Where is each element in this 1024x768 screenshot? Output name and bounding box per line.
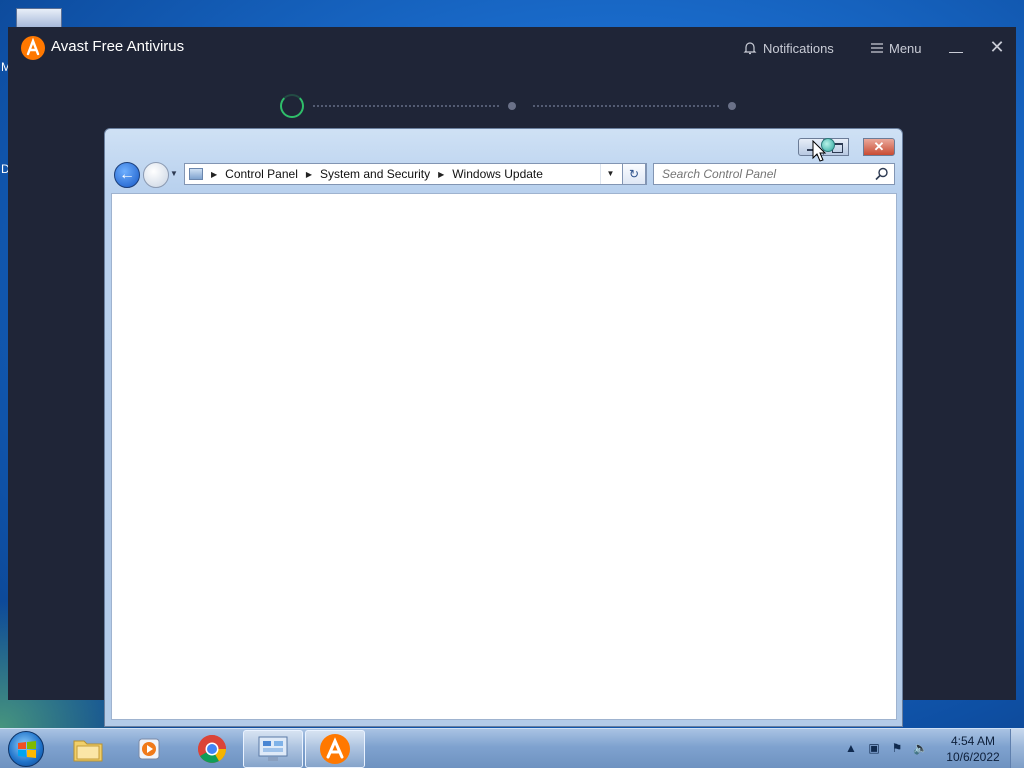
chrome-icon <box>198 735 226 763</box>
network-icon[interactable]: ▣ <box>867 741 881 755</box>
refresh-button[interactable]: ↻ <box>622 163 646 185</box>
taskbar-explorer-button[interactable] <box>62 730 114 768</box>
action-center-flag-icon[interactable]: ⚑ <box>890 741 904 755</box>
breadcrumb-arrow-icon[interactable]: ▶ <box>438 170 444 179</box>
menu-label: Menu <box>889 40 922 56</box>
search-icon[interactable] <box>874 166 890 182</box>
app-title: Avast Free Antivirus <box>51 38 185 55</box>
breadcrumb-system-security[interactable]: System and Security <box>320 167 430 181</box>
content-pane <box>111 193 897 720</box>
address-bar[interactable]: ▶ Control Panel ▶ System and Security ▶ … <box>184 163 647 185</box>
menu-button[interactable]: Menu <box>870 38 922 58</box>
show-hidden-icons-icon[interactable]: ▲ <box>844 741 858 755</box>
breadcrumb-control-panel[interactable]: Control Panel <box>225 167 298 181</box>
windows-logo-icon <box>18 741 36 758</box>
avast-minimize-button[interactable] <box>946 37 966 57</box>
media-player-icon <box>138 738 160 760</box>
control-panel-icon <box>189 168 203 180</box>
control-panel-icon <box>258 736 288 761</box>
breadcrumb-arrow-icon[interactable]: ▶ <box>211 170 217 179</box>
avast-close-button[interactable]: ✕ <box>987 37 1007 57</box>
loading-spinner-icon <box>280 94 304 118</box>
progress-step-2 <box>508 102 516 110</box>
notifications-button[interactable]: Notifications <box>742 38 834 58</box>
search-input[interactable] <box>654 164 874 184</box>
clock[interactable]: 4:54 AM 10/6/2022 <box>940 733 1006 765</box>
back-button[interactable]: ← <box>114 162 140 188</box>
close-button[interactable]: ✕ <box>863 138 895 156</box>
start-button[interactable] <box>8 731 44 767</box>
install-progress <box>280 94 740 118</box>
taskbar-media-player-button[interactable] <box>124 730 176 768</box>
clock-time: 4:54 AM <box>950 734 996 748</box>
mouse-cursor-icon <box>812 140 827 162</box>
avast-icon <box>320 734 350 764</box>
taskbar: ▲ ▣ ⚑ 🔈 4:54 AM 10/6/2022 <box>0 728 1024 768</box>
breadcrumb-arrow-icon[interactable]: ▶ <box>306 170 312 179</box>
taskbar-avast-button[interactable] <box>305 730 365 768</box>
notifications-label: Notifications <box>763 40 834 56</box>
taskbar-control-panel-button[interactable] <box>243 730 303 768</box>
avast-titlebar: Avast Free Antivirus Notifications Menu … <box>8 27 1016 69</box>
progress-step-3 <box>728 102 736 110</box>
search-box <box>653 163 895 185</box>
system-tray: ▲ ▣ ⚑ 🔈 <box>844 741 928 755</box>
breadcrumb-windows-update[interactable]: Windows Update <box>452 167 543 181</box>
clock-date: 10/6/2022 <box>946 750 1000 764</box>
avast-logo-icon <box>21 36 45 60</box>
address-dropdown-icon[interactable]: ▼ <box>600 164 620 184</box>
hamburger-icon <box>871 43 883 53</box>
progress-dots-1 <box>312 105 500 107</box>
taskbar-chrome-button[interactable] <box>186 730 238 768</box>
volume-icon[interactable]: 🔈 <box>913 741 928 755</box>
progress-dots-2 <box>532 105 720 107</box>
bell-icon <box>743 42 757 55</box>
control-panel-window: ✕ ← ▼ ▶ Control Panel ▶ System and Secur… <box>104 128 903 727</box>
show-desktop-button[interactable] <box>1010 729 1024 768</box>
recent-pages-dropdown[interactable]: ▼ <box>170 169 178 178</box>
folder-icon <box>73 740 103 762</box>
forward-button[interactable] <box>143 162 169 188</box>
